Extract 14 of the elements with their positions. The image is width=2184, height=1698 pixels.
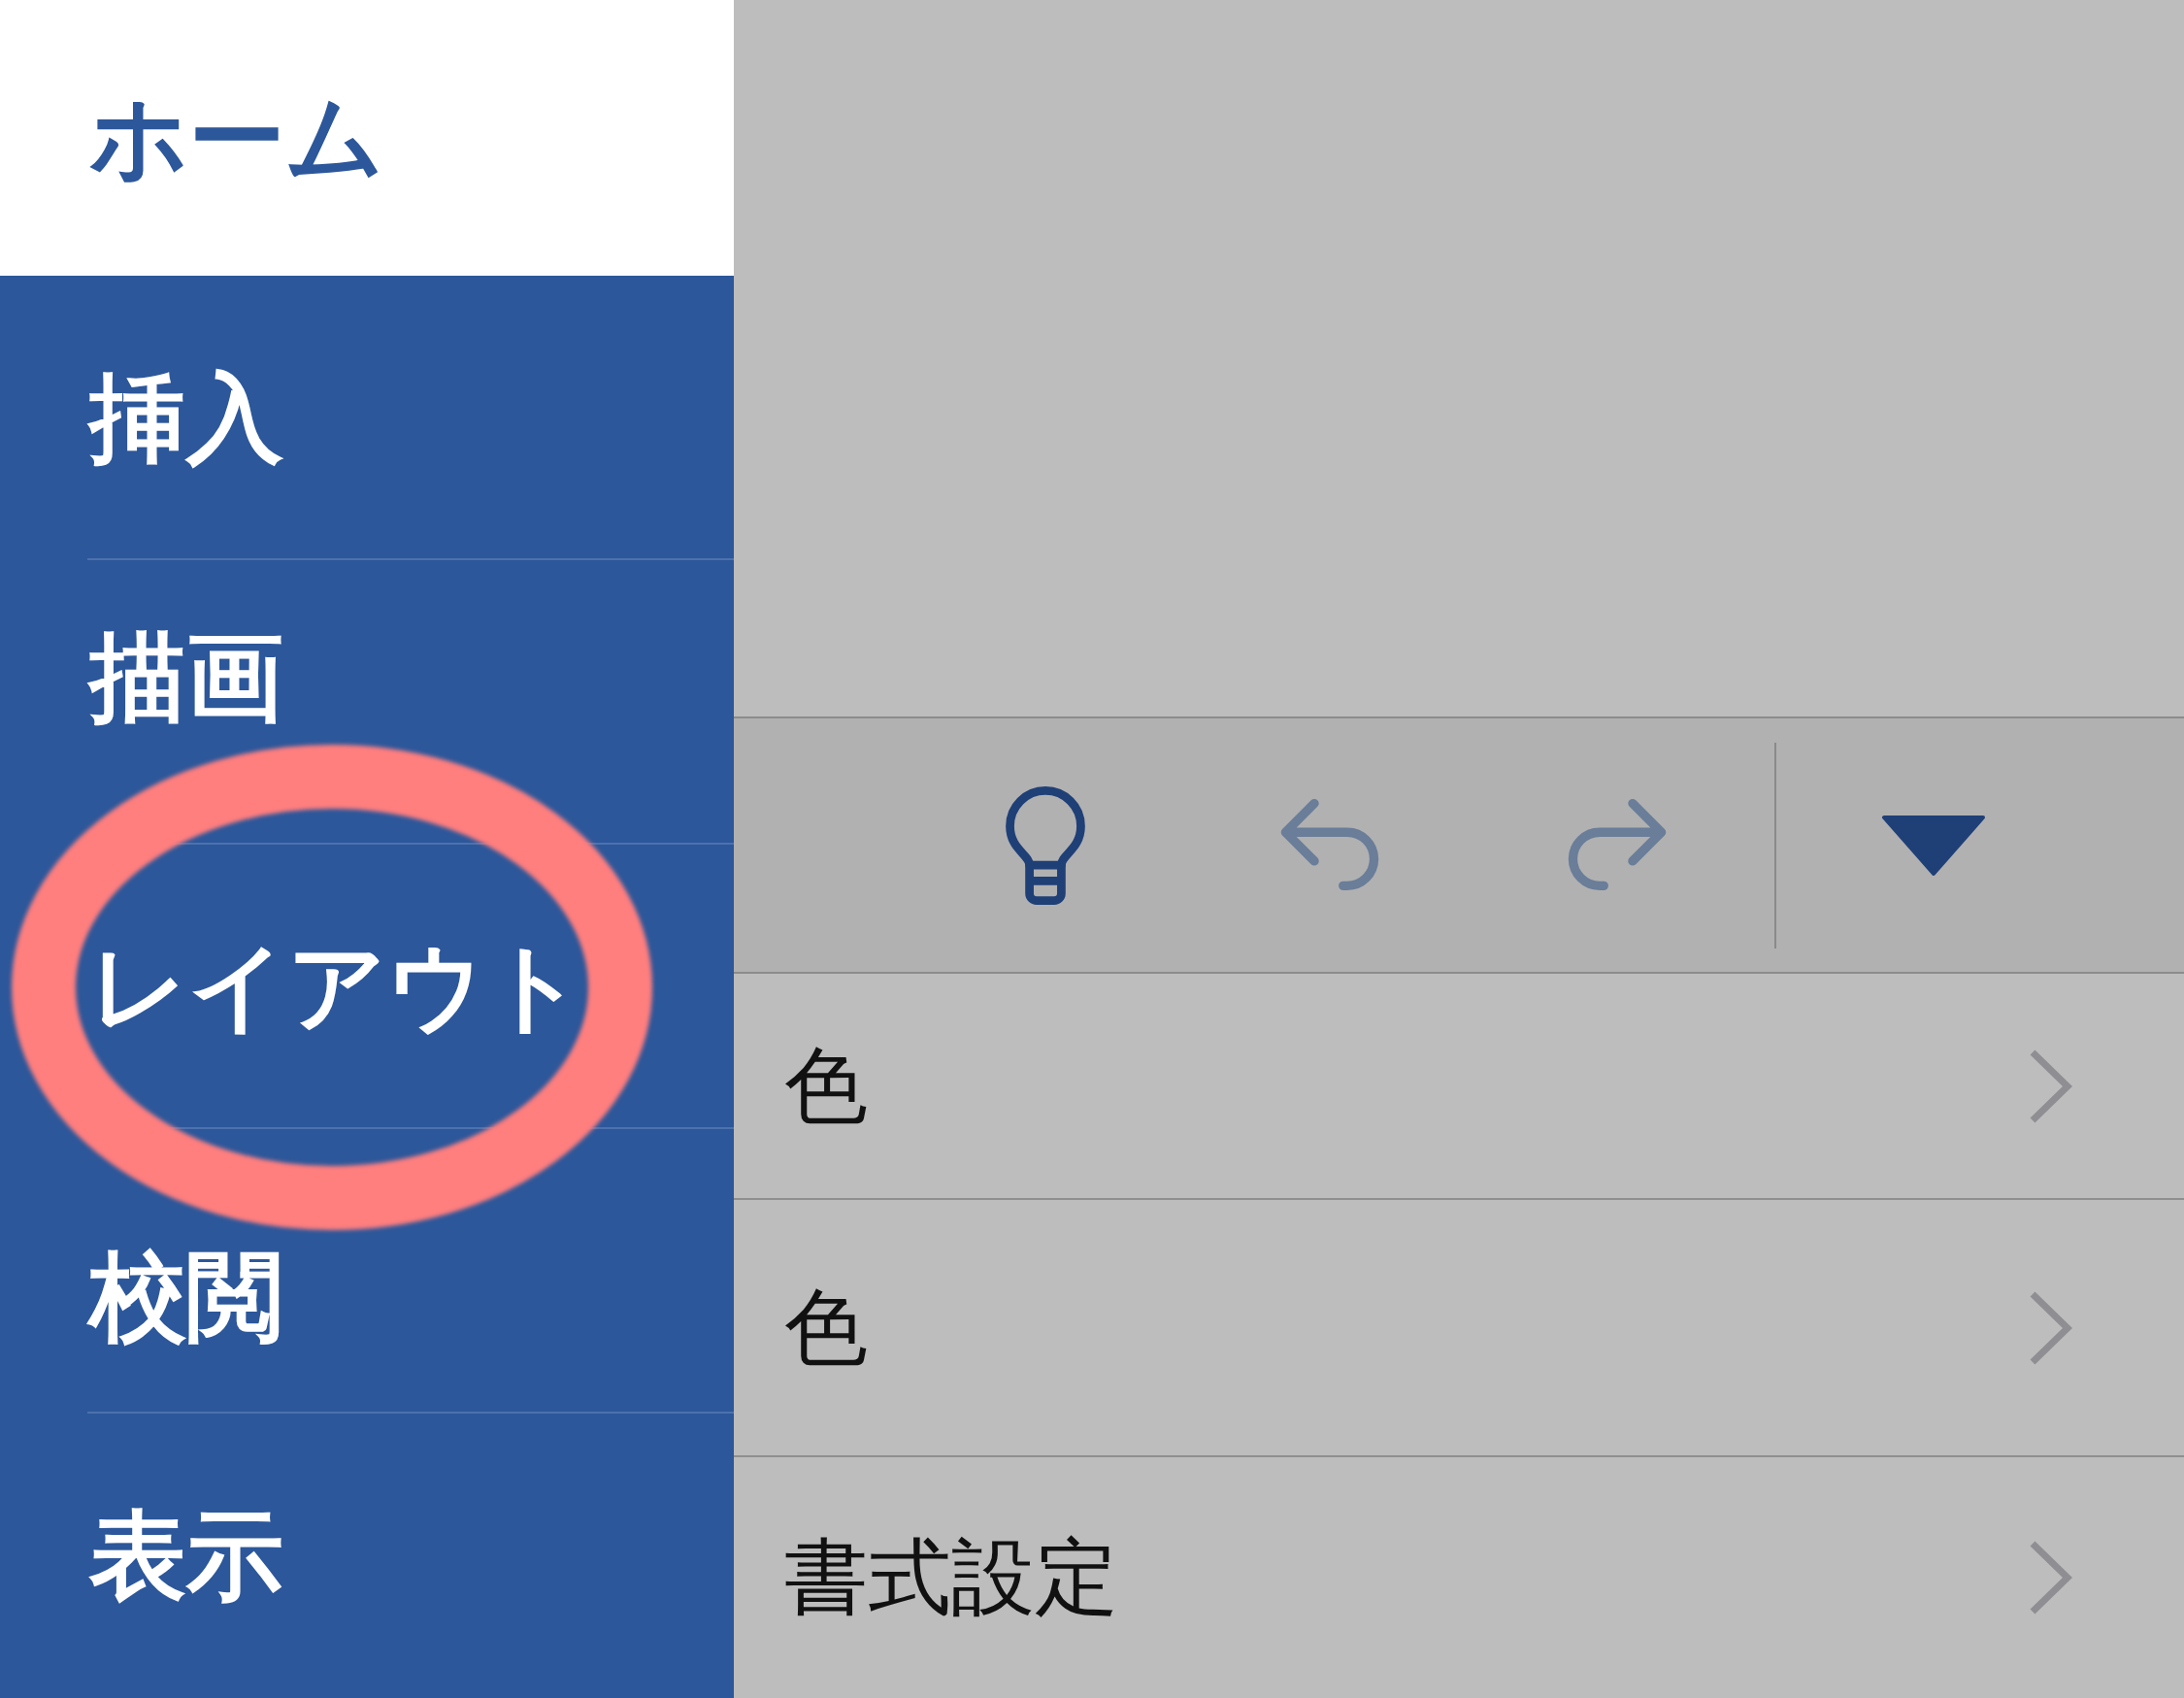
option-row[interactable]: 色 <box>734 1200 2184 1457</box>
option-row[interactable]: 書式設定 <box>734 1457 2184 1698</box>
menu-tab[interactable]: ホーム <box>0 0 734 276</box>
menu-tab[interactable]: 表示 <box>0 1414 734 1698</box>
chevron-right-icon <box>2028 1048 2072 1124</box>
chevron-right-icon <box>2028 1289 2072 1366</box>
lightbulb-icon <box>1005 784 1086 906</box>
menu-tab[interactable]: 校閲 <box>0 1129 734 1414</box>
caret-icon <box>1880 814 1987 877</box>
option-row[interactable]: 色 <box>734 974 2184 1200</box>
menu-tab[interactable]: 描画 <box>0 560 734 845</box>
menu-tab[interactable]: 挿入 <box>0 276 734 560</box>
chevron-right-icon <box>2028 1540 2072 1615</box>
menu-tab[interactable]: レイアウト <box>0 845 734 1129</box>
